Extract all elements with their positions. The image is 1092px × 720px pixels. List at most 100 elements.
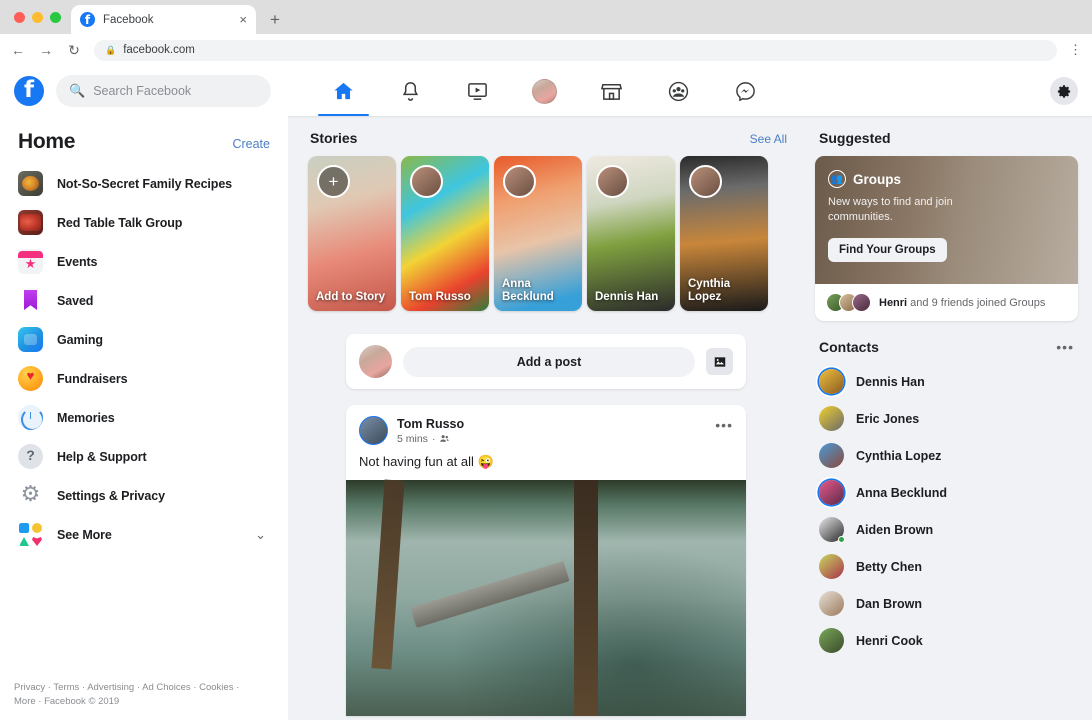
stories-title: Stories (310, 130, 358, 146)
video-icon (468, 82, 487, 100)
question-icon (18, 444, 43, 469)
story-card[interactable]: Tom Russo (401, 156, 489, 311)
close-tab-icon[interactable]: × (239, 13, 247, 26)
store-icon (600, 83, 623, 100)
avatar (689, 165, 722, 198)
nav-watch[interactable] (444, 66, 511, 116)
sidebar-item-gaming[interactable]: Gaming (0, 320, 288, 359)
add-post-input[interactable]: Add a post (403, 346, 695, 377)
back-icon[interactable]: ← (10, 43, 26, 57)
stories-row: + Add to Story Tom Russo Anna Becklund D… (308, 156, 789, 311)
sidebar-item-label: Events (57, 254, 98, 269)
sidebar-item-memories[interactable]: Memories (0, 398, 288, 437)
story-card-add[interactable]: + Add to Story (308, 156, 396, 311)
url-text: facebook.com (123, 44, 195, 56)
plank-shape (410, 560, 570, 628)
add-story-icon[interactable]: + (317, 165, 350, 198)
post-header: Tom Russo 5 mins · ••• (346, 405, 746, 445)
sidebar-item-help-support[interactable]: Help & Support (0, 437, 288, 476)
gear-icon (1057, 84, 1070, 98)
new-tab-button[interactable]: + (270, 11, 280, 28)
sidebar-header: Home Create (0, 130, 288, 164)
nav-home[interactable] (310, 66, 377, 116)
add-photo-button[interactable] (706, 348, 733, 375)
story-label: Tom Russo (409, 290, 471, 303)
feed-post: Tom Russo 5 mins · ••• Not having fun at… (346, 405, 746, 716)
maximize-window-button[interactable] (50, 11, 61, 23)
facebook-body: Home Create Not-So-Secret Family Recipes… (0, 116, 1092, 720)
avatar[interactable] (359, 416, 388, 445)
suggested-groups-card[interactable]: 👥 Groups New ways to find and join commu… (815, 156, 1078, 321)
sidebar-item-label: Memories (57, 410, 115, 425)
search-input[interactable]: 🔍 Search Facebook (56, 75, 271, 107)
suggested-title: Suggested (819, 130, 891, 146)
lock-icon: 🔒 (105, 44, 117, 55)
contacts-menu-button[interactable]: ••• (1056, 340, 1074, 354)
story-card[interactable]: Anna Becklund (494, 156, 582, 311)
sidebar-item-fundraisers[interactable]: Fundraisers (0, 359, 288, 398)
gear-icon (18, 483, 43, 508)
contact-anna-becklund[interactable]: Anna Becklund (815, 474, 1078, 511)
post-author-name[interactable]: Tom Russo (397, 416, 464, 433)
create-link[interactable]: Create (232, 137, 270, 151)
browser-toolbar: ← → ↻ 🔒 facebook.com ⋮ (0, 34, 1092, 66)
contact-betty-chen[interactable]: Betty Chen (815, 548, 1078, 585)
suggested-card-description: New ways to find and join communities. (828, 196, 953, 224)
sidebar-item-label: Settings & Privacy (57, 488, 165, 503)
bookmark-icon (18, 288, 43, 313)
facebook-logo-icon[interactable]: f (14, 76, 44, 106)
contact-name: Cynthia Lopez (856, 448, 942, 463)
settings-button[interactable] (1050, 77, 1078, 105)
story-label: Add to Story (316, 290, 385, 303)
sidebar-item-see-more[interactable]: See More ⌄ (0, 515, 288, 554)
post-image[interactable] (346, 480, 746, 716)
search-placeholder: Search Facebook (93, 84, 192, 98)
contact-henri-cook[interactable]: Henri Cook (815, 622, 1078, 659)
avatar (503, 165, 536, 198)
joined-rest: and 9 friends joined Groups (907, 296, 1046, 309)
nav-groups[interactable] (645, 66, 712, 116)
contact-dan-brown[interactable]: Dan Brown (815, 585, 1078, 622)
close-window-button[interactable] (14, 11, 25, 23)
chevron-down-icon[interactable]: ⌄ (255, 527, 266, 543)
footer-links-line-2[interactable]: More · Facebook © 2019 (14, 696, 119, 707)
sidebar-item-red-table-talk[interactable]: Red Table Talk Group (0, 203, 288, 242)
reload-icon[interactable]: ↻ (66, 43, 82, 57)
browser-menu-icon[interactable]: ⋮ (1069, 43, 1082, 56)
post-composer: Add a post (346, 334, 746, 389)
avatar (819, 480, 844, 505)
post-meta: 5 mins · (397, 433, 464, 445)
window-controls (10, 0, 71, 34)
sidebar-item-label: Red Table Talk Group (57, 215, 183, 230)
sidebar-item-settings-privacy[interactable]: Settings & Privacy (0, 476, 288, 515)
post-menu-button[interactable]: ••• (715, 418, 733, 432)
contact-eric-jones[interactable]: Eric Jones (815, 400, 1078, 437)
story-card[interactable]: Cynthia Lopez (680, 156, 768, 311)
facebook-header: f 🔍 Search Facebook (0, 66, 1092, 116)
browser-tabstrip: f Facebook × + (0, 0, 1092, 34)
address-bar[interactable]: 🔒 facebook.com (94, 39, 1057, 61)
nav-profile[interactable] (511, 66, 578, 116)
joined-name: Henri (879, 296, 908, 309)
contact-cynthia-lopez[interactable]: Cynthia Lopez (815, 437, 1078, 474)
sidebar-item-saved[interactable]: Saved (0, 281, 288, 320)
tab-title: Facebook (103, 13, 154, 26)
footer-links-line-1[interactable]: Privacy · Terms · Advertising · Ad Choic… (14, 682, 239, 693)
avatar (819, 369, 844, 394)
stories-see-all-link[interactable]: See All (750, 132, 787, 146)
story-card[interactable]: Dennis Han (587, 156, 675, 311)
avatar (359, 345, 392, 378)
browser-tab[interactable]: f Facebook × (71, 5, 256, 34)
nav-messenger[interactable] (712, 66, 779, 116)
page-title: Home (18, 130, 76, 153)
find-your-groups-button[interactable]: Find Your Groups (828, 237, 947, 262)
nav-marketplace[interactable] (578, 66, 645, 116)
browser-window: f Facebook × + ← → ↻ 🔒 facebook.com ⋮ f … (0, 0, 1092, 720)
contact-aiden-brown[interactable]: Aiden Brown (815, 511, 1078, 548)
contact-dennis-han[interactable]: Dennis Han (815, 363, 1078, 400)
nav-notifications[interactable] (377, 66, 444, 116)
forward-icon[interactable]: → (38, 43, 54, 57)
sidebar-item-recipes[interactable]: Not-So-Secret Family Recipes (0, 164, 288, 203)
minimize-window-button[interactable] (32, 11, 43, 23)
sidebar-item-events[interactable]: Events (0, 242, 288, 281)
